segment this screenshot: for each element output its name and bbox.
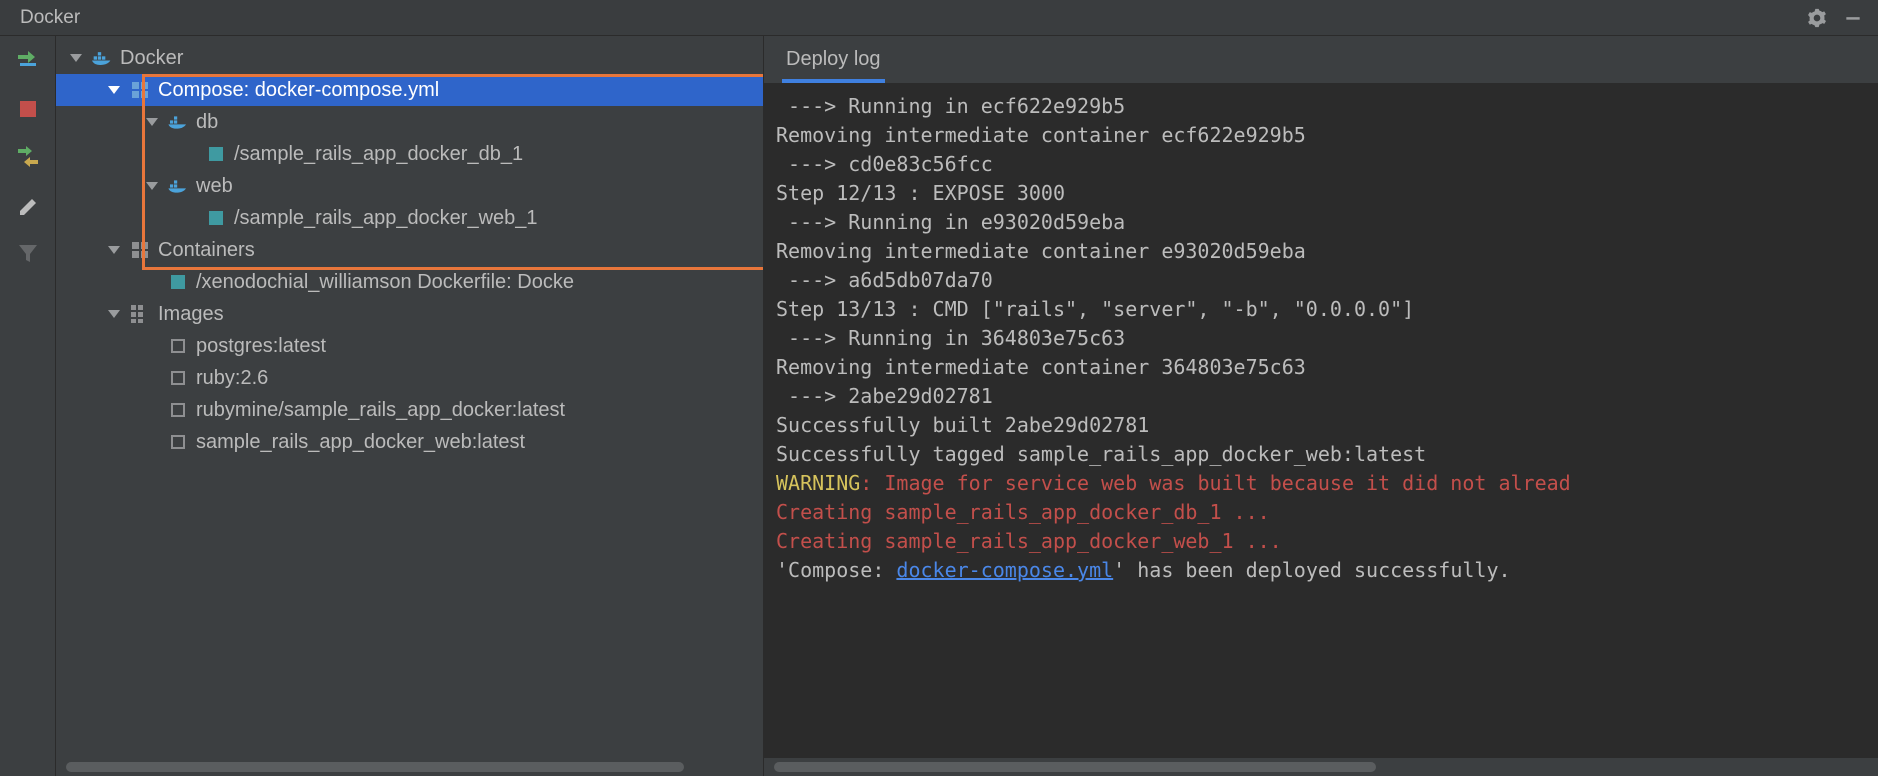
log-line: Step 13/13 : CMD ["rails", "server", "-b… bbox=[776, 297, 1414, 321]
log-line: Creating sample_rails_app_docker_web_1 .… bbox=[776, 529, 1282, 553]
node-label: /sample_rails_app_docker_web_1 bbox=[234, 202, 538, 234]
log-line: ---> Running in e93020d59eba bbox=[776, 210, 1125, 234]
node-label: postgres:latest bbox=[196, 330, 326, 362]
compose-file-link[interactable]: docker-compose.yml bbox=[896, 558, 1113, 582]
container-icon bbox=[168, 272, 188, 292]
chevron-down-icon[interactable] bbox=[146, 115, 160, 129]
whale-icon bbox=[168, 112, 188, 132]
compose-icon bbox=[130, 80, 150, 100]
log-line: Removing intermediate container e93020d5… bbox=[776, 239, 1306, 263]
chevron-down-icon[interactable] bbox=[146, 179, 160, 193]
redeploy-icon[interactable] bbox=[13, 142, 43, 172]
tree-node-web[interactable]: web bbox=[56, 170, 763, 202]
log-line: ---> cd0e83c56fcc bbox=[776, 152, 993, 176]
node-label: Compose: docker-compose.yml bbox=[158, 74, 439, 106]
stop-icon[interactable] bbox=[13, 94, 43, 124]
node-label: Docker bbox=[120, 42, 183, 74]
tab-bar: Deploy log bbox=[764, 36, 1878, 84]
warning-text: : Image for service web was built becaus… bbox=[860, 471, 1570, 495]
deploy-icon[interactable] bbox=[13, 46, 43, 76]
tree-node-image-rubymine[interactable]: rubymine/sample_rails_app_docker:latest bbox=[56, 394, 763, 426]
tree-node-xenodochial[interactable]: /xenodochial_williamson Dockerfile: Dock… bbox=[56, 266, 763, 298]
tree-pane: Docker Compose: docker-compose.yml db bbox=[56, 36, 764, 776]
gear-icon[interactable] bbox=[1806, 7, 1828, 29]
log-scrollbar[interactable] bbox=[774, 760, 1868, 774]
whale-icon bbox=[92, 48, 112, 68]
image-icon bbox=[168, 432, 188, 452]
titlebar: Docker bbox=[0, 0, 1878, 36]
node-label: rubymine/sample_rails_app_docker:latest bbox=[196, 394, 565, 426]
chevron-down-icon[interactable] bbox=[108, 243, 122, 257]
node-label: web bbox=[196, 170, 233, 202]
containers-group-icon bbox=[130, 240, 150, 260]
log-line: ---> a6d5db07da70 bbox=[776, 268, 993, 292]
container-icon bbox=[206, 208, 226, 228]
filter-icon[interactable] bbox=[13, 238, 43, 268]
panel-title: Docker bbox=[20, 7, 80, 29]
tree-node-web-container[interactable]: /sample_rails_app_docker_web_1 bbox=[56, 202, 763, 234]
log-line: 'Compose: docker-compose.yml' has been d… bbox=[776, 558, 1511, 582]
log-line: Removing intermediate container ecf622e9… bbox=[776, 123, 1306, 147]
tree-node-image-postgres[interactable]: postgres:latest bbox=[56, 330, 763, 362]
image-icon bbox=[168, 336, 188, 356]
node-label: db bbox=[196, 106, 218, 138]
tree-node-db-container[interactable]: /sample_rails_app_docker_db_1 bbox=[56, 138, 763, 170]
log-line: WARNING: Image for service web was built… bbox=[776, 471, 1571, 495]
log-line: Step 12/13 : EXPOSE 3000 bbox=[776, 181, 1065, 205]
node-label: Containers bbox=[158, 234, 255, 266]
deploy-log[interactable]: ---> Running in ecf622e929b5 Removing in… bbox=[764, 84, 1878, 758]
chevron-down-icon[interactable] bbox=[108, 83, 122, 97]
log-line: Removing intermediate container 364803e7… bbox=[776, 355, 1306, 379]
node-label: ruby:2.6 bbox=[196, 362, 268, 394]
edit-icon[interactable] bbox=[13, 190, 43, 220]
tree-node-docker[interactable]: Docker bbox=[56, 42, 763, 74]
whale-icon bbox=[168, 176, 188, 196]
tree-node-db[interactable]: db bbox=[56, 106, 763, 138]
node-label: Images bbox=[158, 298, 224, 330]
tree-node-containers[interactable]: Containers bbox=[56, 234, 763, 266]
warning-label: WARNING bbox=[776, 471, 860, 495]
tree-scrollbar[interactable] bbox=[66, 760, 753, 774]
log-line: ---> 2abe29d02781 bbox=[776, 384, 993, 408]
container-icon bbox=[206, 144, 226, 164]
images-group-icon bbox=[130, 304, 150, 324]
tree-node-compose[interactable]: Compose: docker-compose.yml bbox=[56, 74, 763, 106]
node-label: /sample_rails_app_docker_db_1 bbox=[234, 138, 523, 170]
node-label: /xenodochial_williamson Dockerfile: Dock… bbox=[196, 266, 574, 298]
node-label: sample_rails_app_docker_web:latest bbox=[196, 426, 525, 458]
action-gutter bbox=[0, 36, 56, 776]
log-line: ---> Running in 364803e75c63 bbox=[776, 326, 1125, 350]
chevron-down-icon[interactable] bbox=[108, 307, 122, 321]
minimize-icon[interactable] bbox=[1842, 7, 1864, 29]
right-pane: Deploy log ---> Running in ecf622e929b5 … bbox=[764, 36, 1878, 776]
tree-node-image-sample-web[interactable]: sample_rails_app_docker_web:latest bbox=[56, 426, 763, 458]
log-line: Successfully tagged sample_rails_app_doc… bbox=[776, 442, 1426, 466]
log-line: Creating sample_rails_app_docker_db_1 ..… bbox=[776, 500, 1270, 524]
log-line: ---> Running in ecf622e929b5 bbox=[776, 94, 1125, 118]
log-line: Successfully built 2abe29d02781 bbox=[776, 413, 1149, 437]
tab-deploy-log[interactable]: Deploy log bbox=[782, 38, 885, 83]
tree-node-images[interactable]: Images bbox=[56, 298, 763, 330]
chevron-down-icon[interactable] bbox=[70, 51, 84, 65]
image-icon bbox=[168, 400, 188, 420]
image-icon bbox=[168, 368, 188, 388]
tree-node-image-ruby[interactable]: ruby:2.6 bbox=[56, 362, 763, 394]
